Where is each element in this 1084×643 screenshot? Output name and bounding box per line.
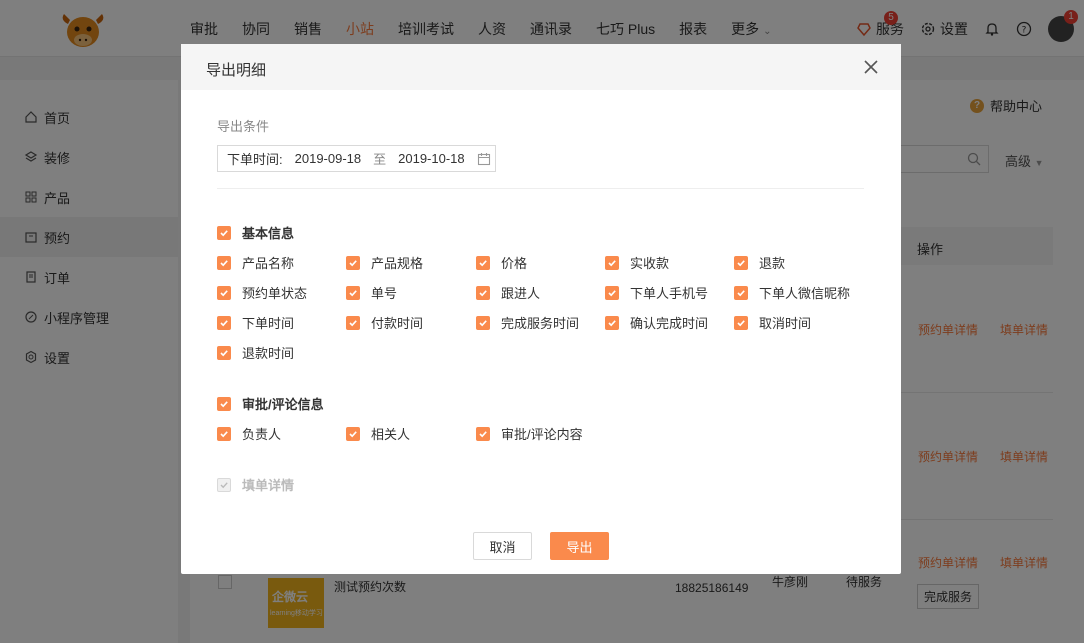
field-checkbox[interactable]: 下单人手机号 — [605, 283, 708, 302]
checkbox-label: 预约单状态 — [242, 286, 308, 301]
checkbox-label: 退款时间 — [242, 346, 295, 361]
export-conditions-label: 导出条件 — [217, 119, 270, 134]
cancel-button[interactable]: 取消 — [473, 532, 532, 560]
date-range-label: 下单时间: — [227, 152, 283, 167]
checkbox-label: 填单详情 — [242, 478, 295, 493]
checkbox-label: 付款时间 — [371, 316, 424, 331]
date-start-input[interactable]: 2019-09-18 — [295, 151, 362, 166]
field-checkbox[interactable]: 跟进人 — [476, 283, 540, 302]
checkbox-check-icon[interactable] — [605, 255, 619, 270]
export-button[interactable]: 导出 — [550, 532, 609, 560]
field-checkbox[interactable]: 预约单状态 — [217, 283, 307, 302]
field-checkbox[interactable]: 相关人 — [346, 424, 410, 443]
checkbox-check-icon — [217, 477, 231, 492]
field-checkbox[interactable]: 单号 — [346, 283, 397, 302]
field-checkbox[interactable]: 下单时间 — [217, 313, 294, 332]
field-checkbox[interactable]: 产品规格 — [346, 253, 423, 272]
group-checkbox-basic-info[interactable]: 基本信息 — [217, 223, 294, 242]
checkbox-check-icon[interactable] — [605, 285, 619, 300]
checkbox-label: 相关人 — [371, 427, 411, 442]
section-divider — [217, 188, 864, 189]
field-checkbox[interactable]: 完成服务时间 — [476, 313, 579, 332]
order-date-range-picker[interactable]: 下单时间: 2019-09-18 至 2019-10-18 — [217, 145, 496, 172]
close-icon[interactable] — [861, 57, 881, 77]
date-end-input[interactable]: 2019-10-18 — [398, 151, 465, 166]
checkbox-label: 退款 — [759, 256, 786, 271]
checkbox-check-icon[interactable] — [217, 255, 231, 270]
checkbox-check-icon[interactable] — [217, 426, 231, 441]
checkbox-check-icon[interactable] — [346, 255, 360, 270]
checkbox-label: 基本信息 — [242, 226, 295, 241]
checkbox-check-icon[interactable] — [217, 345, 231, 360]
date-range-separator: 至 — [373, 152, 387, 167]
checkbox-label: 取消时间 — [759, 316, 812, 331]
checkbox-label: 确认完成时间 — [630, 316, 709, 331]
checkbox-check-icon[interactable] — [217, 285, 231, 300]
field-checkbox[interactable]: 付款时间 — [346, 313, 423, 332]
checkbox-label: 产品名称 — [242, 256, 295, 271]
checkbox-check-icon[interactable] — [734, 315, 748, 330]
checkbox-label: 下单人微信昵称 — [759, 286, 851, 301]
checkbox-check-icon[interactable] — [476, 315, 490, 330]
checkbox-check-icon[interactable] — [476, 426, 490, 441]
checkbox-label: 审批/评论信息 — [242, 397, 324, 412]
checkbox-check-icon[interactable] — [476, 255, 490, 270]
group-checkbox-review-info[interactable]: 审批/评论信息 — [217, 394, 324, 413]
checkbox-label: 跟进人 — [501, 286, 541, 301]
checkbox-check-icon[interactable] — [734, 255, 748, 270]
checkbox-check-icon[interactable] — [346, 315, 360, 330]
checkbox-check-icon[interactable] — [217, 396, 231, 411]
checkbox-label: 价格 — [501, 256, 528, 271]
field-checkbox[interactable]: 下单人微信昵称 — [734, 283, 850, 302]
checkbox-label: 下单时间 — [242, 316, 295, 331]
checkbox-label: 审批/评论内容 — [501, 427, 583, 442]
checkbox-check-icon[interactable] — [476, 285, 490, 300]
checkbox-label: 单号 — [371, 286, 398, 301]
field-checkbox[interactable]: 产品名称 — [217, 253, 294, 272]
calendar-icon[interactable] — [477, 152, 491, 166]
dialog-header: 导出明细 — [181, 44, 901, 90]
checkbox-label: 产品规格 — [371, 256, 424, 271]
field-checkbox[interactable]: 负责人 — [217, 424, 281, 443]
checkbox-check-icon[interactable] — [346, 285, 360, 300]
checkbox-label: 完成服务时间 — [501, 316, 580, 331]
field-checkbox[interactable]: 价格 — [476, 253, 527, 272]
checkbox-check-icon[interactable] — [217, 315, 231, 330]
checkbox-label: 下单人手机号 — [630, 286, 709, 301]
field-checkbox[interactable]: 退款时间 — [217, 343, 294, 362]
field-checkbox[interactable]: 确认完成时间 — [605, 313, 708, 332]
export-detail-dialog: 导出明细 导出条件 下单时间: 2019-09-18 至 2019-10-18 … — [181, 44, 901, 574]
field-checkbox[interactable]: 退款 — [734, 253, 785, 272]
checkbox-check-icon[interactable] — [605, 315, 619, 330]
field-checkbox[interactable]: 实收款 — [605, 253, 669, 272]
checkbox-label: 实收款 — [630, 256, 670, 271]
dialog-title: 导出明细 — [206, 62, 267, 79]
checkbox-check-icon[interactable] — [217, 225, 231, 240]
checkbox-label: 负责人 — [242, 427, 282, 442]
group-checkbox-form-details: 填单详情 — [217, 475, 294, 494]
checkbox-check-icon[interactable] — [346, 426, 360, 441]
field-checkbox[interactable]: 取消时间 — [734, 313, 811, 332]
checkbox-check-icon[interactable] — [734, 285, 748, 300]
field-checkbox[interactable]: 审批/评论内容 — [476, 424, 583, 443]
